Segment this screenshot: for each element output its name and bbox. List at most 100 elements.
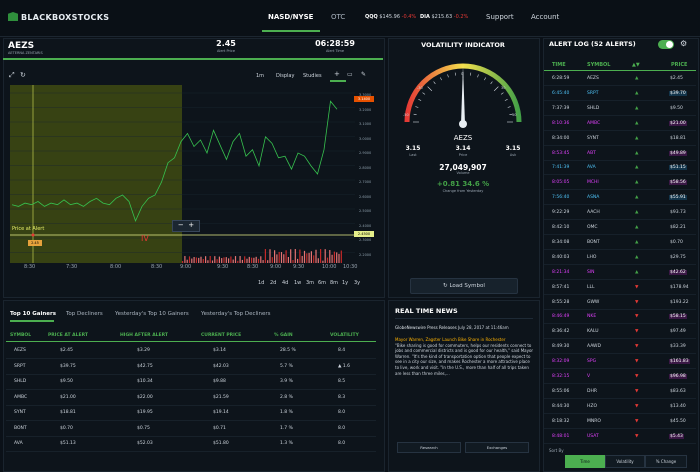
alert-symbol: GWW — [587, 300, 599, 305]
volume-bars — [182, 249, 342, 263]
col-symbol[interactable]: SYMBOL — [587, 62, 610, 68]
alert-row[interactable]: 8:55:28GWW▼$193.22 — [544, 297, 696, 310]
alert-row[interactable]: 9:22:29AACH▲$93.73 — [544, 207, 696, 220]
tab-yesterday-decliners[interactable]: Yesterday's Top Decliners — [201, 311, 271, 317]
interval-select[interactable]: 1m — [256, 73, 264, 79]
logo[interactable]: BLACKBOXSTOCKS — [8, 12, 109, 22]
range-1w[interactable]: 1w — [294, 280, 301, 286]
col-price[interactable]: PRICE — [671, 62, 687, 68]
col-direction[interactable]: ▲▼ — [632, 62, 640, 68]
tab-top-gainers[interactable]: Top 10 Gainers — [10, 311, 56, 317]
volume-bar — [228, 258, 229, 263]
alert-row[interactable]: 7:41:39AVA▲$51.15 — [544, 162, 696, 175]
alert-row[interactable]: 8:36:42KALU▼$97.49 — [544, 326, 696, 339]
alert-row[interactable]: 8:34:08BONT▲$0.70 — [544, 237, 696, 250]
range-3y[interactable]: 3y — [354, 280, 360, 286]
zoom-out-button[interactable]: − — [178, 221, 184, 229]
comment-icon[interactable]: ▭ — [347, 71, 353, 78]
gauge-tick-label: 50 — [512, 113, 516, 117]
alert-row[interactable]: 8:18:32MNRO▼$45.50 — [544, 416, 696, 429]
alert-row[interactable]: 8:34:00SYNT▲$18.81 — [544, 133, 696, 146]
gainer-row[interactable]: AMBC$21.00$22.00$21.592.8 %8.3 — [0, 393, 380, 405]
alert-row[interactable]: 6:45:40SRPT▲$39.70 — [544, 88, 696, 101]
alert-row[interactable]: 7:37:39SHLD▲$9.50 — [544, 103, 696, 116]
sort-change-button[interactable]: % Change — [645, 455, 687, 468]
zoom-in-button[interactable]: + — [188, 221, 194, 229]
price-chart[interactable]: IV — [10, 85, 355, 265]
range-1y[interactable]: 1y — [342, 280, 348, 286]
draw-pencil-icon[interactable]: ✎ — [361, 71, 366, 78]
range-2d[interactable]: 2d — [270, 280, 276, 286]
alert-time: 8:10:36 — [552, 121, 569, 126]
volume-bar — [297, 259, 298, 263]
alert-row[interactable]: 6:28:59AEZS▲$2.45 — [544, 73, 696, 86]
alert-row[interactable]: 8:40:03LHO▲$29.75 — [544, 252, 696, 265]
display-menu[interactable]: Display — [276, 73, 294, 79]
volume-bar — [295, 249, 296, 263]
alert-row[interactable]: 8:21:34SIN▲$42.62 — [544, 267, 696, 280]
alert-price: $18.81 — [669, 136, 687, 141]
alert-row[interactable]: 8:55:06DHR▼$83.63 — [544, 386, 696, 399]
alerts-toggle[interactable] — [658, 40, 674, 49]
refresh-icon[interactable]: ↻ — [20, 71, 26, 79]
exchanges-button[interactable]: Exchanges — [465, 442, 529, 453]
y-tick-label: 3.0000 — [359, 137, 371, 141]
gainer-row[interactable]: SHLD$9.50$10.34$9.883.9 %8.5 — [0, 377, 380, 389]
gainer-row[interactable]: SYNT$18.81$19.95$19.141.8 %8.0 — [0, 408, 380, 420]
alert-symbol: OMC — [587, 225, 598, 230]
alert-row[interactable]: 8:05:05MCHI▲$58.56 — [544, 177, 696, 190]
zoom-controls[interactable]: − + — [172, 220, 200, 232]
row-high-after-alert: $10.34 — [137, 379, 153, 384]
alert-row[interactable]: 8:46:49NKE▼$58.15 — [544, 311, 696, 324]
alert-row[interactable]: 8:57:41LLL▼$178.94 — [544, 282, 696, 295]
volume-bar — [212, 260, 213, 263]
support-link[interactable]: Support — [486, 13, 514, 21]
volume-bar — [207, 260, 208, 263]
gainer-row[interactable]: BONT$0.70$0.75$0.711.7 %8.0 — [0, 424, 380, 436]
account-link[interactable]: Account — [531, 13, 559, 21]
research-button[interactable]: Research — [397, 442, 461, 453]
alert-row[interactable]: 8:53:45ABT▲$49.89 — [544, 148, 696, 161]
tab-yesterday-gainers[interactable]: Yesterday's Top 10 Gainers — [115, 311, 189, 317]
volume-bar — [258, 259, 259, 263]
tab-top-decliners[interactable]: Top Decliners — [66, 311, 103, 317]
alert-row[interactable]: 8:49:30AAWD▼$33.39 — [544, 341, 696, 354]
range-4d[interactable]: 4d — [282, 280, 288, 286]
crosshair-icon[interactable]: + — [334, 70, 340, 78]
tab-nasd-nyse[interactable]: NASD/NYSE — [268, 13, 313, 21]
sort-volatility-button[interactable]: Volatility — [605, 455, 645, 468]
sort-time-button[interactable]: Time — [565, 455, 605, 468]
range-1d[interactable]: 1d — [258, 280, 264, 286]
alert-row[interactable]: 8:42:10OMC▲$82.21 — [544, 222, 696, 235]
range-8m[interactable]: 8m — [330, 280, 338, 286]
x-tick-label: 7:30 — [66, 264, 77, 270]
news-headline[interactable]: Mayor Warren, Zagster Launch Bike Share … — [395, 337, 505, 342]
range-3m[interactable]: 3m — [306, 280, 314, 286]
col-time[interactable]: TIME — [552, 62, 566, 68]
gainer-row[interactable]: AEZS$2.45$3.29$3.1428.5 %8.4 — [0, 346, 380, 358]
volume-bar — [302, 256, 303, 263]
news-source-line[interactable]: GlobeNewswire Press Releases July 28, 20… — [395, 325, 533, 330]
studies-menu[interactable]: Studies — [303, 73, 322, 79]
up-arrow-icon: ▲ — [635, 255, 638, 260]
up-arrow-icon: ▲ — [635, 136, 638, 141]
volume-bar — [194, 257, 195, 263]
row-volatility: 8.0 — [338, 426, 345, 431]
alert-row[interactable]: 7:56:40ASNA▲$55.91 — [544, 192, 696, 205]
gainer-row[interactable]: SRPT$39.75$42.75$42.035.7 %▲ 1.6 — [0, 362, 380, 374]
alert-symbol: MNRO — [587, 419, 601, 424]
fullscreen-icon[interactable]: ⤢ — [9, 71, 15, 80]
alert-row[interactable]: 8:48:01USAT▼$5.43 — [544, 431, 696, 444]
gainer-row[interactable]: AVA$51.13$52.03$51.801.3 %8.0 — [0, 439, 380, 451]
gear-icon[interactable]: ⚙ — [680, 39, 690, 49]
load-symbol-label: Load Symbol — [449, 283, 484, 289]
alert-row[interactable]: 8:32:15V▼$96.98 — [544, 371, 696, 384]
load-symbol-button[interactable]: ↻ Load Symbol — [410, 278, 518, 294]
alert-row[interactable]: 8:32:09SPG▼$161.83 — [544, 356, 696, 369]
news-article[interactable]: Mayor Warren, Zagster Launch Bike Share … — [395, 337, 535, 376]
alert-row[interactable]: 8:44:30HZO▼$13.40 — [544, 401, 696, 414]
tab-otc[interactable]: OTC — [331, 13, 345, 21]
alert-row[interactable]: 8:10:36AMBC▲$21.00 — [544, 118, 696, 131]
row-gain: 5.7 % — [280, 364, 293, 369]
range-6m[interactable]: 6m — [318, 280, 326, 286]
